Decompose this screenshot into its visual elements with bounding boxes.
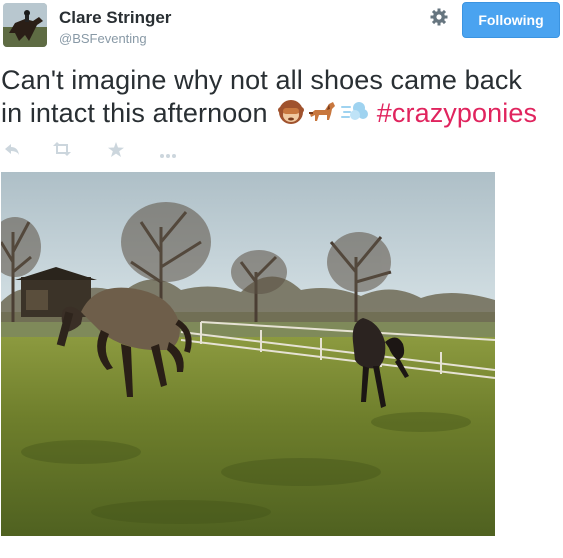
more-icon[interactable] bbox=[159, 146, 177, 164]
reply-icon[interactable] bbox=[4, 142, 20, 161]
tweet-text-line-2: in intact this afternoon #crazyponies bbox=[1, 97, 561, 134]
tweet-text-line-2-body: in intact this afternoon bbox=[1, 98, 268, 128]
gear-icon[interactable] bbox=[429, 7, 449, 27]
hashtag-link[interactable]: #crazyponies bbox=[377, 98, 537, 128]
tweet-photo[interactable] bbox=[1, 172, 495, 536]
dash-emoji-icon bbox=[339, 98, 369, 134]
horse-emoji-icon bbox=[307, 98, 337, 134]
tweet-text-line-1: Can't imagine why not all shoes came bac… bbox=[1, 65, 523, 95]
user-name[interactable]: Clare Stringer bbox=[59, 8, 171, 28]
user-handle[interactable]: @BSFeventing bbox=[59, 31, 147, 46]
tweet-text: Can't imagine why not all shoes came bac… bbox=[1, 64, 561, 134]
favorite-icon[interactable] bbox=[108, 142, 124, 162]
avatar[interactable] bbox=[3, 3, 47, 47]
following-button[interactable]: Following bbox=[462, 2, 560, 38]
retweet-icon[interactable] bbox=[52, 142, 72, 161]
monkey-emoji-icon bbox=[277, 98, 305, 134]
